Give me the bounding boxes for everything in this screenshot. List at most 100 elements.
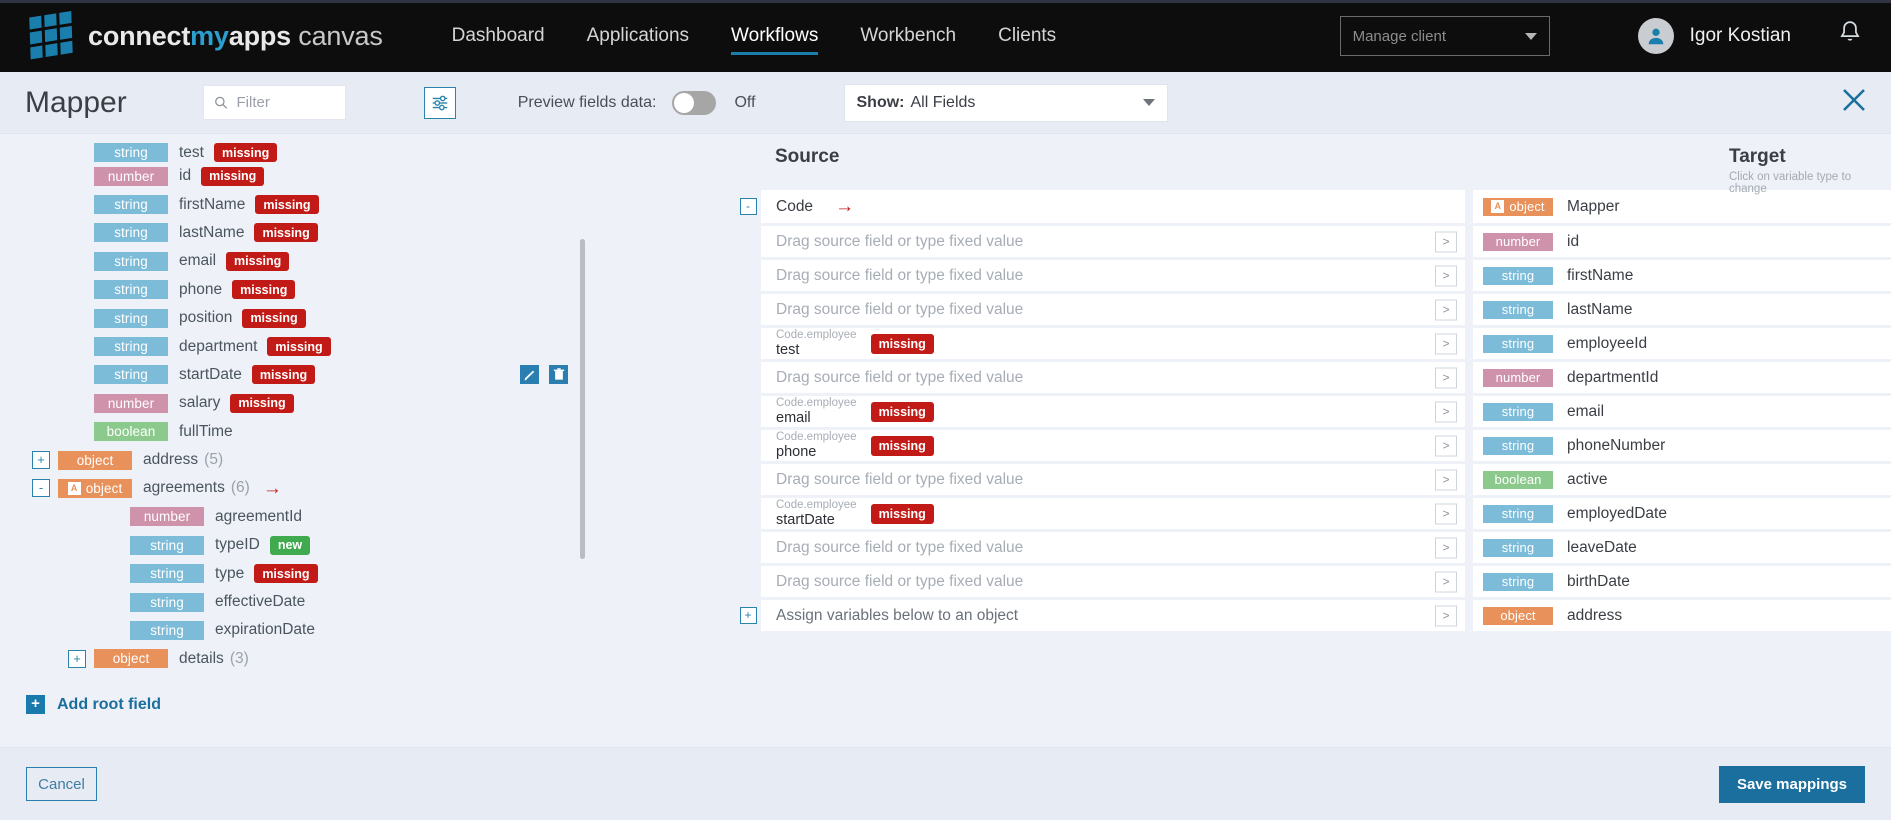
source-cell[interactable]: Drag source field or type fixed value > xyxy=(761,226,1465,257)
source-cell[interactable]: Code → xyxy=(761,190,1465,223)
target-cell[interactable]: string employedDate xyxy=(1473,498,1891,529)
notifications-button[interactable] xyxy=(1837,20,1863,53)
nav-item-applications[interactable]: Applications xyxy=(566,0,710,72)
field-type-badge[interactable]: string xyxy=(94,308,168,328)
target-cell[interactable]: string email xyxy=(1473,396,1891,427)
edit-field-button[interactable] xyxy=(520,365,539,385)
target-cell[interactable]: number departmentId xyxy=(1473,362,1891,393)
field-type-badge[interactable]: string xyxy=(94,365,168,385)
nav-item-workflows[interactable]: Workflows xyxy=(710,0,839,72)
source-cell[interactable]: Drag source field or type fixed value > xyxy=(761,532,1465,563)
open-source-picker-button[interactable]: > xyxy=(1435,435,1457,456)
nav-item-workbench[interactable]: Workbench xyxy=(839,0,977,72)
field-type-badge[interactable]: string xyxy=(130,620,204,640)
open-source-picker-button[interactable]: > xyxy=(1435,401,1457,422)
tree-row[interactable]: number agreementId xyxy=(0,503,715,531)
target-cell[interactable]: string leaveDate xyxy=(1473,532,1891,563)
field-type-badge[interactable]: object xyxy=(94,649,168,669)
field-settings-button[interactable] xyxy=(423,86,456,119)
tree-row[interactable]: string lastName missing xyxy=(0,219,715,247)
tree-row[interactable]: string test missing xyxy=(0,140,715,162)
open-source-picker-button[interactable]: > xyxy=(1435,469,1457,490)
field-type-badge[interactable]: string xyxy=(130,535,204,555)
field-type-badge[interactable]: number xyxy=(130,507,204,527)
target-cell[interactable]: number id xyxy=(1473,226,1891,257)
tree-row[interactable]: string firstName missing xyxy=(0,190,715,218)
field-type-badge[interactable]: Aobject xyxy=(58,478,132,498)
collapse-object-button[interactable]: - xyxy=(739,198,757,215)
field-type-badge[interactable]: number xyxy=(94,393,168,413)
target-cell[interactable]: boolean active xyxy=(1473,464,1891,495)
tree-row[interactable]: - Aobject agreements (6) → xyxy=(0,474,715,502)
target-type-badge[interactable]: string xyxy=(1483,402,1553,421)
field-type-badge[interactable]: string xyxy=(94,143,168,162)
expand-node-button[interactable]: + xyxy=(32,451,50,470)
open-source-picker-button[interactable]: > xyxy=(1435,231,1457,252)
target-type-badge[interactable]: string xyxy=(1483,538,1553,557)
tree-row[interactable]: string effectiveDate xyxy=(0,588,715,616)
tree-row[interactable]: string type missing xyxy=(0,559,715,587)
tree-row[interactable]: string startDate missing xyxy=(0,361,715,389)
field-type-badge[interactable]: boolean xyxy=(94,422,168,442)
tree-row[interactable]: string department missing xyxy=(0,332,715,360)
preview-fields-data-toggle[interactable] xyxy=(672,90,717,115)
tree-row[interactable]: string phone missing xyxy=(0,276,715,304)
open-source-picker-button[interactable]: > xyxy=(1435,333,1457,354)
field-type-badge[interactable]: object xyxy=(58,450,132,470)
target-type-badge[interactable]: number xyxy=(1483,232,1553,251)
open-source-picker-button[interactable]: > xyxy=(1435,503,1457,524)
field-type-badge[interactable]: string xyxy=(130,592,204,612)
filter-box[interactable] xyxy=(202,85,346,120)
source-cell[interactable]: Drag source field or type fixed value > xyxy=(761,294,1465,325)
open-source-picker-button[interactable]: > xyxy=(1435,265,1457,286)
open-source-picker-button[interactable]: > xyxy=(1435,605,1457,626)
collapse-node-button[interactable]: - xyxy=(32,479,50,498)
source-cell[interactable]: Drag source field or type fixed value > xyxy=(761,464,1465,495)
field-type-badge[interactable]: number xyxy=(94,166,168,186)
source-cell[interactable]: Code.employee phone missing > xyxy=(761,430,1465,461)
field-type-badge[interactable]: string xyxy=(94,251,168,271)
show-fields-select[interactable]: Show: All Fields xyxy=(843,83,1168,122)
add-root-field-button[interactable]: + Add root field xyxy=(26,695,715,715)
manage-client-dropdown[interactable]: Manage client xyxy=(1339,16,1550,56)
open-source-picker-button[interactable]: > xyxy=(1435,571,1457,592)
tree-scrollbar[interactable] xyxy=(580,239,585,559)
source-cell[interactable]: Drag source field or type fixed value > xyxy=(761,566,1465,597)
tree-row[interactable]: number id missing xyxy=(0,162,715,190)
target-type-badge[interactable]: string xyxy=(1483,436,1553,455)
target-type-badge[interactable]: boolean xyxy=(1483,470,1553,489)
filter-input[interactable] xyxy=(236,94,335,111)
tree-row[interactable]: + object details (3) xyxy=(0,645,715,673)
source-cell[interactable]: Drag source field or type fixed value > xyxy=(761,260,1465,291)
nav-item-dashboard[interactable]: Dashboard xyxy=(431,0,566,72)
cancel-button[interactable]: Cancel xyxy=(26,767,97,801)
tree-row[interactable]: string position missing xyxy=(0,304,715,332)
target-cell[interactable]: string lastName xyxy=(1473,294,1891,325)
target-type-badge[interactable]: object xyxy=(1483,606,1553,625)
target-cell[interactable]: string firstName xyxy=(1473,260,1891,291)
source-cell[interactable]: Code.employee startDate missing > xyxy=(761,498,1465,529)
tree-row[interactable]: string email missing xyxy=(0,247,715,275)
tree-row[interactable]: boolean fullTime xyxy=(0,418,715,446)
tree-row[interactable]: number salary missing xyxy=(0,389,715,417)
open-source-picker-button[interactable]: > xyxy=(1435,367,1457,388)
source-cell[interactable]: Assign variables below to an object > xyxy=(761,600,1465,631)
target-type-badge[interactable]: Aobject xyxy=(1483,197,1553,216)
target-cell[interactable]: string birthDate xyxy=(1473,566,1891,597)
target-type-badge[interactable]: string xyxy=(1483,334,1553,353)
delete-field-button[interactable] xyxy=(549,365,568,385)
target-cell[interactable]: object address xyxy=(1473,600,1891,631)
tree-row[interactable]: + object address (5) xyxy=(0,446,715,474)
target-type-badge[interactable]: number xyxy=(1483,368,1553,387)
source-cell[interactable]: Code.employee email missing > xyxy=(761,396,1465,427)
tree-row[interactable]: string typeID new xyxy=(0,531,715,559)
field-type-badge[interactable]: string xyxy=(94,195,168,215)
target-type-badge[interactable]: string xyxy=(1483,266,1553,285)
source-cell[interactable]: Code.employee test missing > xyxy=(761,328,1465,359)
field-type-badge[interactable]: string xyxy=(130,564,204,584)
brand-logo[interactable]: connectmyapps canvas xyxy=(29,10,383,60)
avatar[interactable] xyxy=(1637,18,1674,54)
save-mappings-button[interactable]: Save mappings xyxy=(1718,765,1865,803)
target-cell[interactable]: string phoneNumber xyxy=(1473,430,1891,461)
target-type-badge[interactable]: string xyxy=(1483,572,1553,591)
